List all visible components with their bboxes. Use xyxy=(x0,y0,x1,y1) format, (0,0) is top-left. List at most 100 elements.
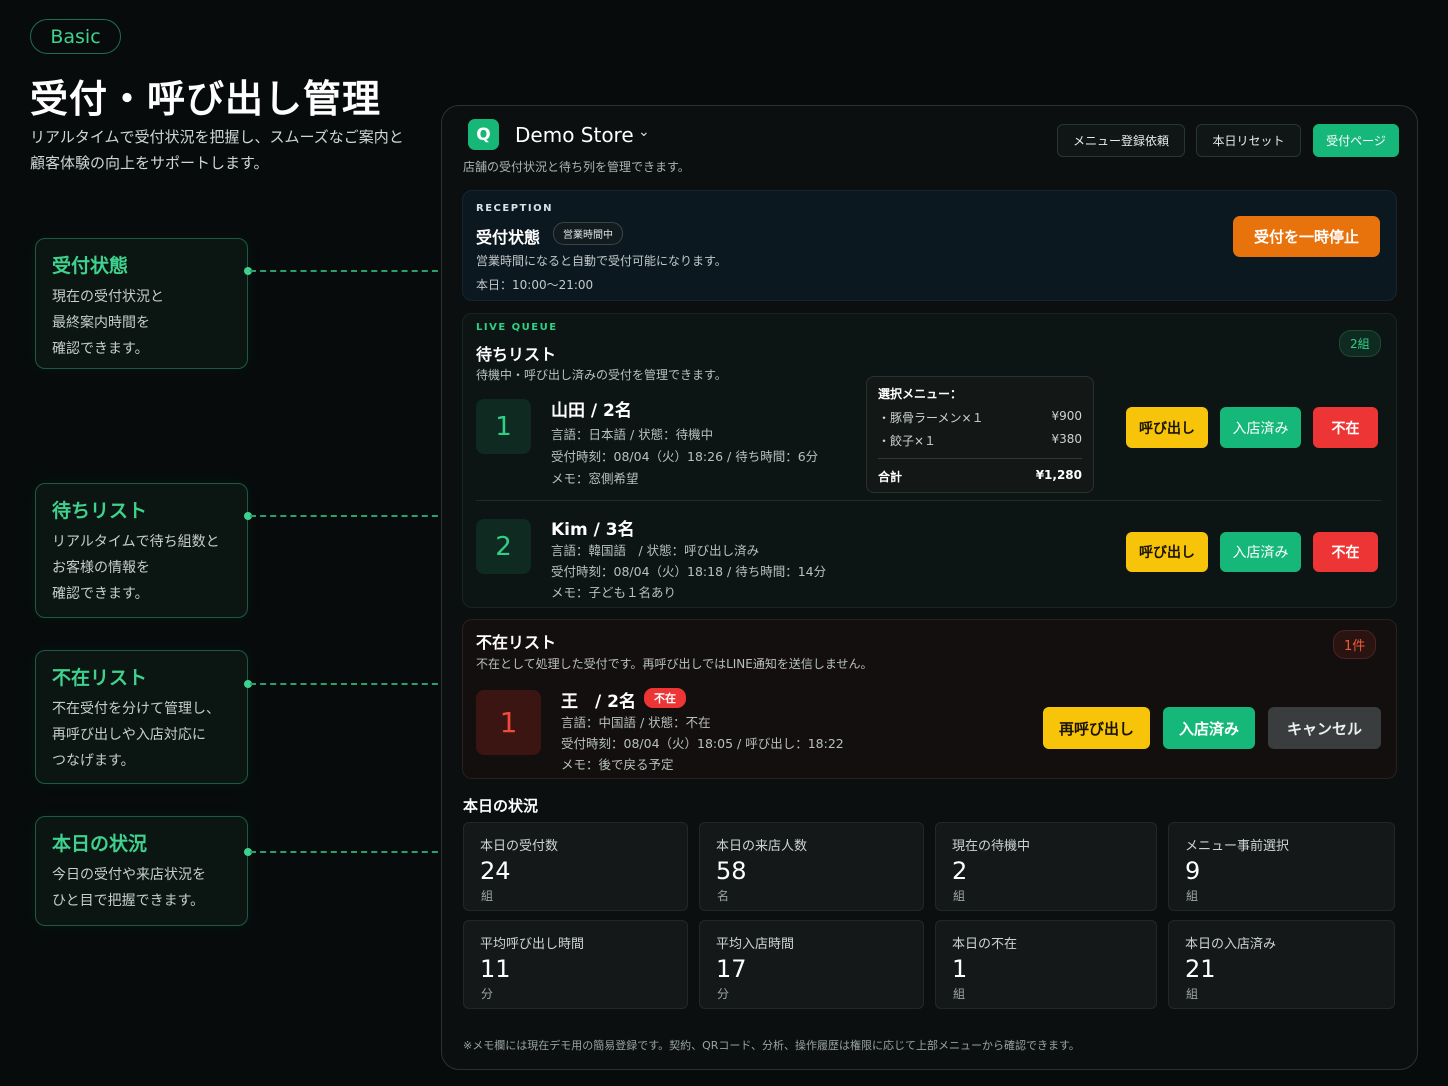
stat-value: 11 xyxy=(480,955,511,983)
stat-label: 平均入店時間 xyxy=(716,937,795,952)
stat-card: 本日の受付数 24 組 xyxy=(463,822,688,911)
stat-value: 2 xyxy=(952,857,968,885)
menu-total-value: ¥1,280 xyxy=(1035,468,1082,482)
menu-card-title: 選択メニュー： xyxy=(878,387,963,401)
callout-title: 待ちリスト xyxy=(52,500,148,522)
stat-value: 58 xyxy=(716,857,747,885)
menu-item-name: ・豚骨ラーメン×１ xyxy=(878,411,984,425)
stat-card: 本日の不在 1 組 xyxy=(935,920,1157,1009)
stat-value: 24 xyxy=(480,857,511,885)
menu-total-label: 合計 xyxy=(878,470,903,484)
stat-unit: 分 xyxy=(481,987,494,1001)
queue-guest-name: Kim / 3名 xyxy=(551,520,635,540)
callout-body: 今日の受付や来店状況を ひと目で把握できます。 xyxy=(52,862,231,914)
stat-unit: 組 xyxy=(1186,889,1199,903)
callout-line: 再呼び出しや入店対応に xyxy=(52,727,206,743)
queue-guest-time: 受付時刻：08/04（火）18:26 / 待ち時間：6分 xyxy=(551,449,819,464)
seated-button[interactable]: 入店済み xyxy=(1163,707,1255,749)
page-title: 受付・呼び出し管理 xyxy=(30,77,382,121)
queue-guest-time: 受付時刻：08/04（火）18:18 / 待ち時間：14分 xyxy=(551,564,827,579)
callout-queue: 待ちリスト リアルタイムで待ち組数と お客様の情報を 確認できます。 xyxy=(35,483,248,618)
absent-button[interactable]: 不在 xyxy=(1313,532,1378,572)
menu-item-price: ¥900 xyxy=(1051,409,1082,423)
chevron-down-icon[interactable]: ⌄ xyxy=(638,124,650,140)
queue-guest-memo: メモ：子ども１名あり xyxy=(551,585,677,600)
stat-card: 平均入店時間 17 分 xyxy=(699,920,924,1009)
callout-reception: 受付状態 現在の受付状況と 最終案内時間を 確認できます。 xyxy=(35,238,248,369)
callout-line: 最終案内時間を xyxy=(52,315,150,331)
stat-unit: 分 xyxy=(717,987,730,1001)
callout-body: 不在受付を分けて管理し、 再呼び出しや入店対応に つなげます。 xyxy=(52,696,231,774)
reception-hours: 本日：10:00〜21:00 xyxy=(476,278,594,292)
seated-button[interactable]: 入店済み xyxy=(1220,407,1301,448)
menu-card-divider xyxy=(878,458,1082,459)
reception-title: 受付状態 xyxy=(476,228,541,247)
call-button[interactable]: 呼び出し xyxy=(1126,532,1208,572)
queue-divider xyxy=(476,500,1382,501)
connector-line xyxy=(250,270,448,272)
queue-eyebrow: LIVE QUEUE xyxy=(476,322,558,333)
stat-card: 平均呼び出し時間 11 分 xyxy=(463,920,688,1009)
menu-selection-card: 選択メニュー： ・豚骨ラーメン×１ ¥900 ・餃子×１ ¥380 合計 ¥1,… xyxy=(866,376,1094,493)
absent-count-badge: 1件 xyxy=(1333,630,1377,659)
queue-count-badge: 2組 xyxy=(1339,330,1381,357)
connector-line xyxy=(250,515,448,517)
stat-label: 本日の来店人数 xyxy=(716,839,808,854)
connector-line xyxy=(250,683,448,685)
stat-label: 本日の受付数 xyxy=(480,839,559,854)
callout-line: 確認できます。 xyxy=(52,341,149,357)
callout-line: 不在受付を分けて管理し、 xyxy=(52,701,220,717)
stat-unit: 組 xyxy=(481,889,494,903)
absent-guest-info: 言語：中国語 / 状態：不在 xyxy=(561,715,711,730)
stat-unit: 組 xyxy=(953,889,966,903)
callout-line: 確認できます。 xyxy=(52,586,149,602)
queue-desc: 待機中・呼び出し済みの受付を管理できます。 xyxy=(476,368,727,382)
call-button[interactable]: 呼び出し xyxy=(1126,407,1208,448)
queue-number: 2 xyxy=(476,519,531,574)
queue-guest-info: 言語：日本語 / 状態：待機中 xyxy=(551,427,714,442)
callout-line: つなげます。 xyxy=(52,753,135,769)
store-selector[interactable]: Demo Store xyxy=(515,123,634,147)
callout-line: 現在の受付状況と xyxy=(52,289,164,305)
cancel-button[interactable]: キャンセル xyxy=(1268,707,1381,749)
queue-title: 待ちリスト xyxy=(476,345,557,364)
intro-line: リアルタイムで受付状況を把握し、スムーズなご案内と xyxy=(30,128,404,146)
absent-guest-time: 受付時刻：08/04（火）18:05 / 呼び出し：18:22 xyxy=(561,736,844,751)
stat-value: 9 xyxy=(1185,857,1201,885)
absent-desc: 不在として処理した受付です。再呼び出しではLINE通知を送信しません。 xyxy=(476,657,873,671)
callout-today: 本日の状況 今日の受付や来店状況を ひと目で把握できます。 xyxy=(35,816,248,926)
queue-guest-memo: メモ：窓側希望 xyxy=(551,471,639,486)
pause-reception-button[interactable]: 受付を一時停止 xyxy=(1233,216,1380,257)
absent-button[interactable]: 不在 xyxy=(1313,407,1378,448)
plan-badge: Basic xyxy=(30,19,121,54)
stat-card: 現在の待機中 2 組 xyxy=(935,822,1157,911)
stat-unit: 名 xyxy=(717,889,730,903)
stat-card: メニュー事前選択 9 組 xyxy=(1168,822,1395,911)
reception-eyebrow: RECEPTION xyxy=(476,203,553,214)
callout-line: 今日の受付や来店状況を xyxy=(52,867,206,883)
menu-item-price: ¥380 xyxy=(1051,432,1082,446)
seated-button[interactable]: 入店済み xyxy=(1220,532,1301,572)
callout-body: 現在の受付状況と 最終案内時間を 確認できます。 xyxy=(52,284,231,362)
intro-description: リアルタイムで受付状況を把握し、スムーズなご案内と 顧客体験の向上をサポートしま… xyxy=(30,124,440,176)
reset-today-button[interactable]: 本日リセット xyxy=(1196,124,1301,157)
stat-label: 本日の入店済み xyxy=(1185,937,1277,952)
reception-note: 営業時間になると自動で受付可能になります。 xyxy=(476,254,727,268)
menu-item-name: ・餃子×１ xyxy=(878,434,937,448)
callout-line: お客様の情報を xyxy=(52,560,150,576)
absent-tag: 不在 xyxy=(644,688,686,708)
callout-title: 本日の状況 xyxy=(52,833,148,855)
today-title: 本日の状況 xyxy=(463,797,539,815)
reception-page-button[interactable]: 受付ページ xyxy=(1313,124,1399,157)
stat-value: 17 xyxy=(716,955,747,983)
callout-title: 受付状態 xyxy=(52,255,129,277)
connector-line xyxy=(250,851,448,853)
recall-button[interactable]: 再呼び出し xyxy=(1043,707,1150,749)
status-badge: 営業時間中 xyxy=(553,222,623,245)
stat-label: 現在の待機中 xyxy=(952,839,1031,854)
absent-number: 1 xyxy=(476,690,541,755)
store-logo: Q xyxy=(468,119,499,150)
callout-line: ひと目で把握できます。 xyxy=(52,893,205,909)
store-subtitle: 店舗の受付状況と待ち列を管理できます。 xyxy=(463,160,690,174)
menu-request-button[interactable]: メニュー登録依頼 xyxy=(1057,124,1185,157)
